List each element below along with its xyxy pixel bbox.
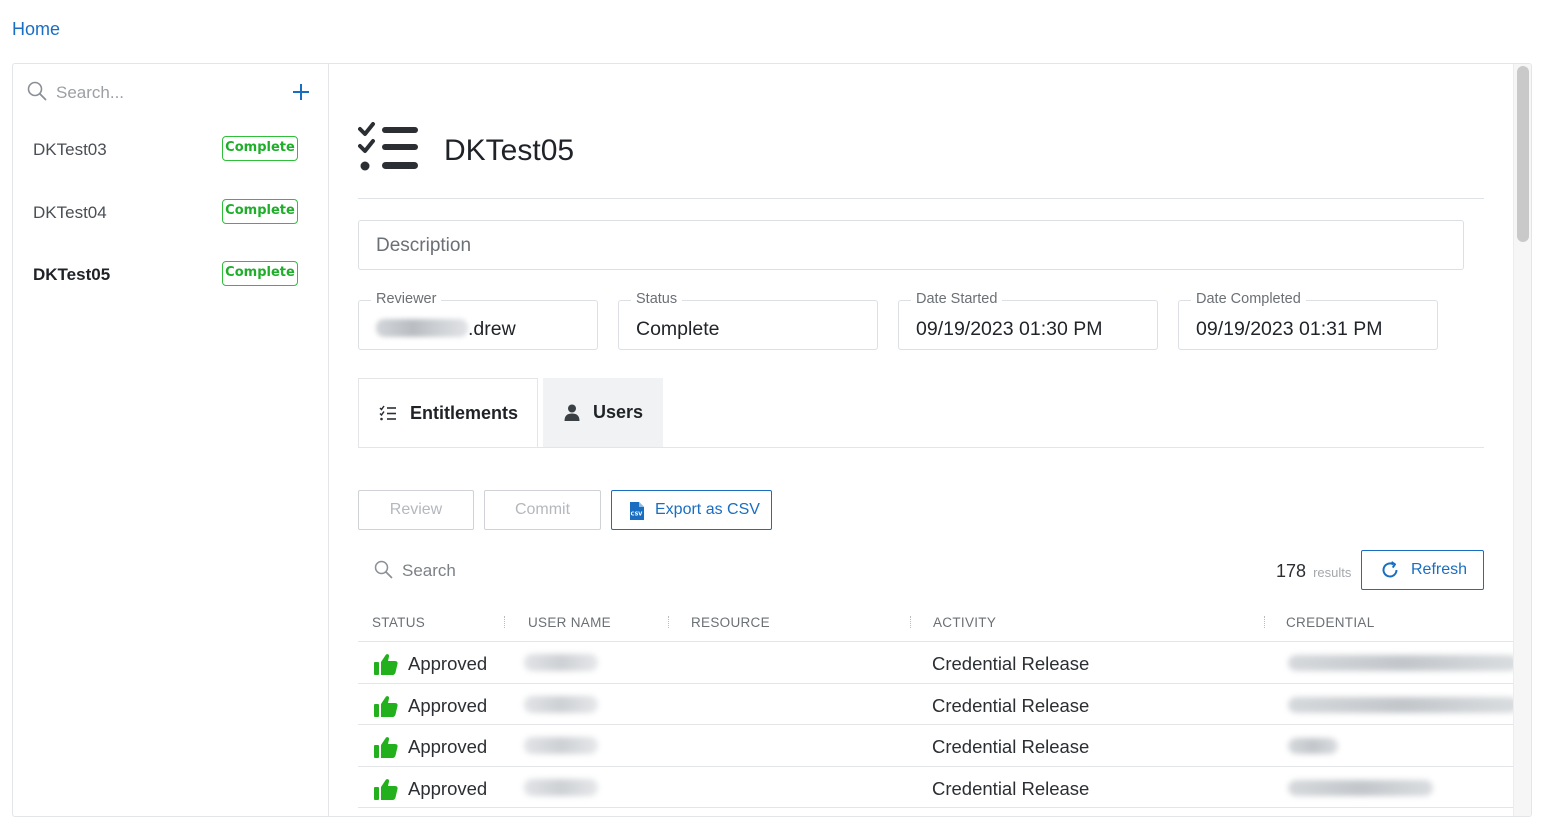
column-header-user-name[interactable]: USER NAME — [528, 615, 611, 630]
activity-cell: Credential Release — [932, 653, 1090, 674]
field-value: .drew — [376, 318, 516, 341]
detail-panel: DKTest05 Description Reviewer .drew Stat… — [330, 64, 1518, 816]
status-badge: Complete — [222, 261, 298, 286]
refresh-button[interactable]: Refresh — [1361, 550, 1484, 590]
field-value: Complete — [636, 318, 720, 340]
reviewer-value: .drew — [468, 318, 516, 340]
column-header-status[interactable]: STATUS — [372, 615, 425, 630]
sidebar-item-dktest03[interactable]: DKTest03 Complete — [13, 122, 328, 182]
breadcrumb-home-link[interactable]: Home — [12, 19, 60, 40]
thumbs-up-icon — [374, 737, 398, 758]
column-header-activity[interactable]: ACTIVITY — [933, 615, 996, 630]
status-text: Approved — [408, 653, 488, 674]
sidebar-item-label: DKTest04 — [33, 203, 107, 222]
export-csv-button[interactable]: CSV Export as CSV — [611, 490, 772, 530]
checklist-icon — [379, 405, 396, 421]
user-icon — [564, 404, 580, 421]
checklist-icon — [358, 122, 418, 171]
plus-icon — [293, 84, 309, 100]
add-review-button[interactable] — [289, 80, 313, 104]
tab-users[interactable]: Users — [543, 378, 663, 448]
entitlements-table: STATUS USER NAME RESOURCE ACTIVITY CREDE… — [358, 604, 1518, 808]
activity-cell: Credential Release — [932, 736, 1090, 757]
sidebar-item-dktest05[interactable]: DKTest05 Complete — [13, 247, 328, 307]
divider — [358, 198, 1484, 199]
column-resizer[interactable] — [1264, 616, 1265, 628]
redacted-credential — [1288, 779, 1433, 796]
status-text: Approved — [408, 736, 488, 757]
results-count: 178 results — [1276, 561, 1351, 582]
thumbs-up-icon — [374, 778, 398, 800]
activity-cell: Credential Release — [932, 777, 1090, 799]
divider — [358, 447, 1484, 448]
sidebar-item-label: DKTest03 — [33, 140, 107, 159]
table-row[interactable]: Approved Credential Release — [358, 725, 1518, 767]
status-badge: Complete — [222, 136, 298, 161]
scrollbar-thumb[interactable] — [1517, 66, 1529, 242]
table-row[interactable]: Approved Credential Release — [358, 684, 1518, 725]
results-number: 178 — [1276, 561, 1307, 581]
commit-button[interactable]: Commit — [484, 490, 601, 530]
table-header: STATUS USER NAME RESOURCE ACTIVITY CREDE… — [358, 604, 1518, 642]
description-field[interactable]: Description — [358, 220, 1464, 270]
sidebar-item-dktest04[interactable]: DKTest04 Complete — [13, 185, 328, 245]
review-button[interactable]: Review — [358, 490, 474, 530]
field-value: 09/19/2023 01:30 PM — [916, 318, 1103, 340]
sidebar-item-label: DKTest05 — [33, 265, 111, 284]
date-started-field: Date Started 09/19/2023 01:30 PM — [898, 291, 1158, 350]
field-label: Reviewer — [371, 291, 442, 307]
sidebar: DKTest03 Complete DKTest04 Complete DKTe… — [13, 64, 329, 816]
search-icon — [27, 81, 47, 101]
export-label: Export as CSV — [655, 501, 760, 518]
redacted-username — [524, 695, 598, 713]
thumbs-up-icon — [374, 654, 398, 675]
column-resizer[interactable] — [668, 616, 669, 628]
column-resizer[interactable] — [910, 616, 911, 628]
grid-search-input[interactable] — [402, 559, 602, 583]
sidebar-search[interactable] — [27, 80, 313, 106]
refresh-label: Refresh — [1411, 561, 1468, 578]
results-label: results — [1313, 565, 1352, 580]
page-title: DKTest05 — [444, 134, 575, 167]
tab-label: Entitlements — [410, 403, 519, 423]
field-label: Date Started — [911, 291, 1003, 307]
tab-entitlements[interactable]: Entitlements — [358, 378, 538, 448]
reviewer-field: Reviewer .drew — [358, 291, 598, 350]
search-icon — [374, 560, 393, 579]
refresh-icon — [1382, 561, 1398, 578]
table-row[interactable]: Approved Credential Release — [358, 767, 1518, 808]
field-label: Status — [631, 291, 683, 307]
vertical-scrollbar[interactable] — [1513, 64, 1531, 816]
status-text: Approved — [408, 694, 488, 716]
tab-label: Users — [593, 402, 644, 422]
status-badge: Complete — [222, 199, 298, 224]
redacted-credential — [1288, 738, 1338, 754]
csv-file-icon: CSV — [630, 502, 644, 520]
redacted-username — [524, 737, 598, 754]
sidebar-search-input[interactable] — [56, 80, 256, 106]
thumbs-up-icon — [374, 695, 398, 717]
svg-text:CSV: CSV — [631, 512, 643, 518]
redacted-username — [524, 778, 598, 796]
status-text: Approved — [408, 777, 488, 799]
redacted-text — [376, 319, 468, 337]
column-header-credential[interactable]: CREDENTIAL — [1286, 615, 1375, 630]
date-completed-field: Date Completed 09/19/2023 01:31 PM — [1178, 291, 1438, 350]
redacted-credential — [1288, 655, 1518, 671]
redacted-credential — [1288, 696, 1518, 713]
column-resizer[interactable] — [504, 616, 505, 628]
field-label: Date Completed — [1191, 291, 1306, 307]
redacted-username — [524, 654, 598, 671]
field-value: 09/19/2023 01:31 PM — [1196, 318, 1383, 340]
activity-cell: Credential Release — [932, 694, 1090, 716]
app-frame: DKTest03 Complete DKTest04 Complete DKTe… — [12, 63, 1532, 817]
table-row[interactable]: Approved Credential Release — [358, 642, 1518, 684]
status-field: Status Complete — [618, 291, 878, 350]
column-header-resource[interactable]: RESOURCE — [691, 615, 770, 630]
